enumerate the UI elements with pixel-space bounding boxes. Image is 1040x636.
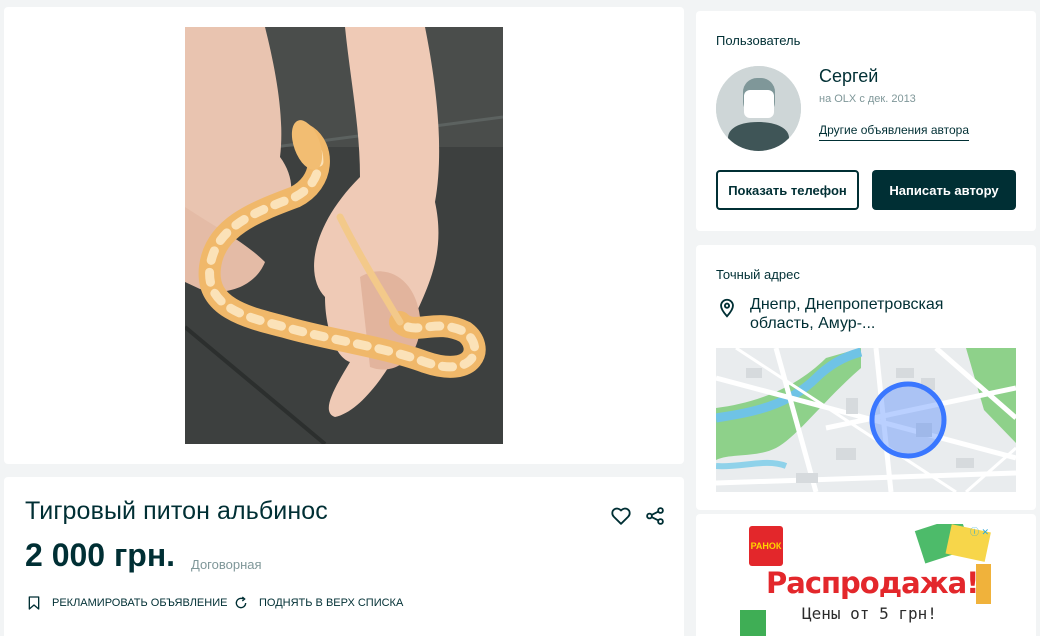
negotiable-label: Договорная [191,557,262,572]
listing-summary: Тигровый питон альбинос 2 000 грн. Догов… [4,477,684,636]
photo-gallery [4,7,684,464]
listing-price: 2 000 грн. [25,537,176,573]
refresh-icon [235,596,247,609]
address-text: Днепр, Днепропетровская область, Амур-..… [750,296,944,332]
user-placeholder-icon [716,66,801,151]
seller-member-since: на OLX с дек. 2013 [819,93,916,105]
seller-card: Пользователь Сергей на OLX с дек. 2013 Д… [696,11,1036,231]
banner-subline: Цены от 5 грн! [802,604,937,623]
map-image [716,348,1016,492]
share-button[interactable] [644,505,666,527]
ad-banner-card: РАНОК ⓘ ✕ Распродажа! Цены от 5 грн! [696,514,1036,636]
show-phone-button[interactable]: Показать телефон [716,170,859,210]
location-pin-icon [720,298,734,318]
banner-headline: Распродажа! [766,566,979,600]
heart-icon [611,507,631,525]
promote-listing-label: РЕКЛАМИРОВАТЬ ОБЪЯВЛЕНИЕ [52,597,228,609]
message-author-button[interactable]: Написать автору [872,170,1016,210]
seller-section-label: Пользователь [716,33,801,48]
favorite-button[interactable] [610,505,632,527]
python-photo-image [185,27,503,444]
address-row: Днепр, Днепропетровская область, Амур-..… [716,295,980,333]
bump-listing-label: ПОДНЯТЬ В ВЕРХ СПИСКА [259,597,404,609]
promote-listing-link[interactable]: РЕКЛАМИРОВАТЬ ОБЪЯВЛЕНИЕ [26,595,227,611]
share-icon [646,507,664,525]
other-ads-link[interactable]: Другие объявления автора [819,123,970,141]
location-map[interactable] [716,348,1016,492]
address-card: Точный адрес Днепр, Днепропетровская обл… [696,245,1036,510]
sale-banner[interactable]: РАНОК ⓘ ✕ Распродажа! Цены от 5 грн! [740,524,991,636]
listing-photo[interactable] [185,27,503,444]
banner-logo: РАНОК [749,526,783,566]
bump-listing-link[interactable]: ПОДНЯТЬ В ВЕРХ СПИСКА [233,595,403,611]
bookmark-icon [28,596,40,610]
address-section-label: Точный адрес [716,267,800,282]
avatar [716,66,801,151]
listing-title: Тигровый питон альбинос [25,497,328,525]
seller-name: Сергей [819,66,879,86]
ad-choices-icon[interactable]: ⓘ ✕ [970,525,989,538]
